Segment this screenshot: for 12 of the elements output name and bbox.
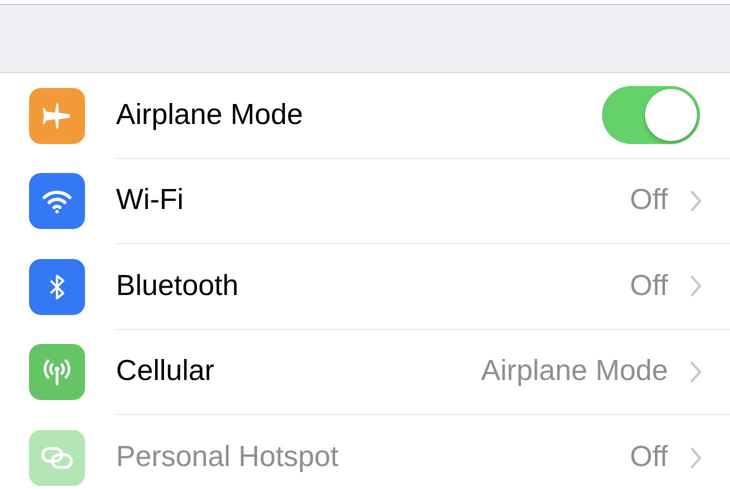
setting-value: Off	[630, 270, 668, 303]
chevron-icon	[690, 360, 702, 383]
setting-label[interactable]: Airplane Mode	[116, 98, 602, 132]
setting-value: Airplane Mode	[481, 355, 668, 388]
setting-value: Off	[630, 441, 668, 474]
chevron-icon	[690, 275, 702, 298]
setting-label[interactable]: Cellular	[116, 355, 481, 388]
setting-value: Off	[630, 184, 668, 218]
chevron-icon	[690, 190, 702, 212]
setting-label[interactable]: Bluetooth	[116, 270, 630, 303]
setting-label[interactable]: Wi-Fi	[116, 184, 630, 218]
chevron-icon	[690, 446, 702, 469]
